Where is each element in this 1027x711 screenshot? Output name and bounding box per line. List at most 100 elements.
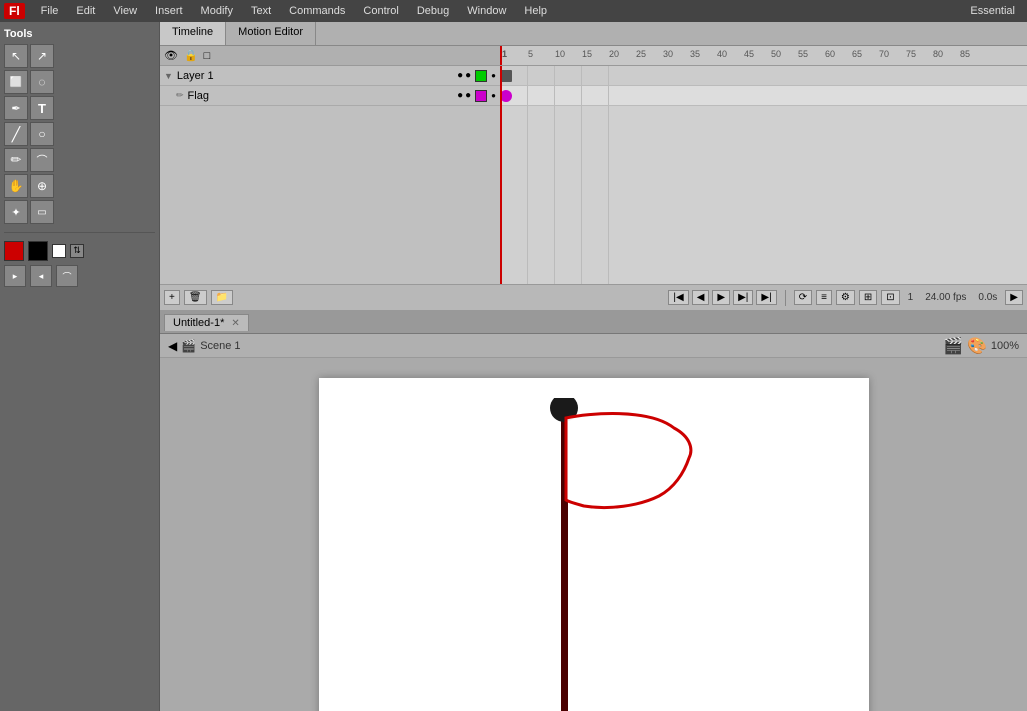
stage-controls: 🎬 🎨 100% bbox=[943, 336, 1019, 356]
step-back-btn[interactable]: ◀ bbox=[692, 290, 710, 305]
goto-start-btn[interactable]: |◀ bbox=[668, 290, 688, 305]
stage-tab-close[interactable]: ✕ bbox=[231, 318, 239, 329]
timeline-area: Timeline Motion Editor 👁 🔒 □ 1 5 bbox=[160, 22, 1027, 312]
lock-icon-header[interactable]: 🔒 bbox=[184, 49, 198, 62]
workspace-label: Essential bbox=[962, 5, 1023, 17]
tool-opt2[interactable]: ◂ bbox=[30, 265, 52, 287]
layer-row-layer1[interactable]: ▼ Layer 1 ● ● ● bbox=[160, 66, 500, 86]
arrow-tool[interactable]: ↖ bbox=[4, 44, 28, 68]
flag-layer-eye[interactable]: ● bbox=[457, 90, 463, 101]
add-layer-btn[interactable]: + bbox=[164, 290, 180, 305]
zoom-level: 100% bbox=[991, 340, 1019, 352]
layer1-lock[interactable]: ● bbox=[465, 70, 471, 81]
breadcrumb-back-icon[interactable]: ◀ bbox=[168, 339, 177, 353]
line-tool[interactable]: ╱ bbox=[4, 122, 28, 146]
scroll-btn[interactable]: ▶ bbox=[1005, 290, 1023, 305]
eyedropper-tool[interactable]: ✦ bbox=[4, 200, 28, 224]
layer-controls-header: 👁 🔒 □ bbox=[160, 46, 500, 65]
breadcrumb-scene[interactable]: Scene 1 bbox=[200, 340, 240, 352]
tool-opt3[interactable]: ⌒ bbox=[56, 265, 78, 287]
eye-icon[interactable]: 👁 bbox=[164, 49, 178, 62]
timeline-tabs: Timeline Motion Editor bbox=[160, 22, 1027, 46]
ruler-row: 👁 🔒 □ 1 5 10 15 20 25 30 bbox=[160, 46, 1027, 66]
subselect-tool[interactable]: ↗ bbox=[30, 44, 54, 68]
tl-body: ▼ Layer 1 ● ● ● ✏ Flag ● ● bbox=[160, 66, 1027, 284]
flag-layer-lock[interactable]: ● bbox=[465, 90, 471, 101]
timeline-bottom: + 🗑 📁 |◀ ◀ ▶ ▶| ▶| ⟳ ≡ ⚙ bbox=[160, 284, 1027, 310]
eraser-tool[interactable]: ▭ bbox=[30, 200, 54, 224]
stage-canvas-area[interactable] bbox=[160, 358, 1027, 711]
menu-modify[interactable]: Modify bbox=[193, 3, 241, 19]
frames-playhead bbox=[500, 66, 502, 284]
swap-colors[interactable]: ⇅ bbox=[70, 244, 84, 258]
goto-end-btn[interactable]: ▶| bbox=[756, 290, 776, 305]
playhead[interactable] bbox=[500, 46, 502, 65]
folder-btn[interactable]: 📁 bbox=[211, 290, 233, 305]
flag-frames bbox=[500, 86, 1027, 106]
settings-btn[interactable]: ⚙ bbox=[836, 290, 855, 305]
menu-commands[interactable]: Commands bbox=[281, 3, 353, 19]
layer-row-flag[interactable]: ✏ Flag ● ● ● bbox=[160, 86, 500, 106]
flag-layer-name: Flag bbox=[188, 90, 456, 102]
tab-motion-editor[interactable]: Motion Editor bbox=[226, 22, 316, 45]
menu-window[interactable]: Window bbox=[459, 3, 514, 19]
layer1-name: Layer 1 bbox=[175, 70, 455, 82]
loop-btn[interactable]: ⟳ bbox=[794, 290, 812, 305]
flag-layer-dot: ● bbox=[491, 91, 496, 100]
menu-bar: Fl File Edit View Insert Modify Text Com… bbox=[0, 0, 1027, 22]
add-frame-btn[interactable]: ≡ bbox=[816, 290, 832, 305]
menu-view[interactable]: View bbox=[105, 3, 145, 19]
play-btn[interactable]: ▶ bbox=[712, 290, 730, 305]
text-tool[interactable]: T bbox=[30, 96, 54, 120]
oval-tool[interactable]: ○ bbox=[30, 122, 54, 146]
tools-panel: Tools ↖ ↗ ⬜ ◌ ✒ T ╱ ○ ✏ ⌒ ✋ ⊕ ✦ ▭ bbox=[0, 22, 160, 711]
stage-canvas bbox=[319, 378, 869, 711]
frame-line-10 bbox=[554, 66, 555, 284]
lasso-tool[interactable]: ◌ bbox=[30, 70, 54, 94]
brush-tool[interactable]: ⌒ bbox=[30, 148, 54, 172]
menu-debug[interactable]: Debug bbox=[409, 3, 457, 19]
pencil-tool[interactable]: ✏ bbox=[4, 148, 28, 172]
ruler: 1 5 10 15 20 25 30 35 40 45 50 55 bbox=[500, 46, 1027, 65]
flag-drawing bbox=[489, 398, 709, 711]
stage-tab-untitled[interactable]: Untitled-1* ✕ bbox=[164, 314, 249, 331]
no-color[interactable] bbox=[52, 244, 66, 258]
scene-icon: 🎬 bbox=[181, 339, 196, 353]
tool-opt1[interactable]: ▸ bbox=[4, 265, 26, 287]
playback-controls: |◀ ◀ ▶ ▶| ▶| bbox=[668, 290, 776, 305]
zoom-tool[interactable]: ⊕ bbox=[30, 174, 54, 198]
layer1-eye[interactable]: ● bbox=[457, 70, 463, 81]
layer1-color bbox=[475, 70, 487, 82]
fill-color[interactable] bbox=[28, 241, 48, 261]
time-display: 0.0s bbox=[974, 292, 1001, 303]
step-fwd-btn[interactable]: ▶| bbox=[733, 290, 753, 305]
tools-label: Tools bbox=[4, 26, 155, 44]
menu-insert[interactable]: Insert bbox=[147, 3, 191, 19]
tab-timeline[interactable]: Timeline bbox=[160, 22, 226, 45]
delete-layer-btn[interactable]: 🗑 bbox=[184, 290, 207, 305]
frames-area[interactable] bbox=[500, 66, 1027, 284]
outline-icon[interactable]: □ bbox=[204, 50, 211, 62]
pen-tool[interactable]: ✒ bbox=[4, 96, 28, 120]
menu-edit[interactable]: Edit bbox=[68, 3, 103, 19]
layer1-frames bbox=[500, 66, 1027, 86]
tl-divider bbox=[785, 290, 786, 306]
layer-list: ▼ Layer 1 ● ● ● ✏ Flag ● ● bbox=[160, 66, 500, 284]
stage-breadcrumb: ◀ 🎬 Scene 1 🎬 🎨 100% bbox=[160, 334, 1027, 358]
skin-btn[interactable]: ⊡ bbox=[881, 290, 899, 305]
menu-file[interactable]: File bbox=[33, 3, 67, 19]
frame-line-5 bbox=[527, 66, 528, 284]
color-controls: ⇅ bbox=[4, 241, 155, 261]
menu-text[interactable]: Text bbox=[243, 3, 279, 19]
color-palette-icon: 🎨 bbox=[967, 336, 987, 356]
stage-area: Untitled-1* ✕ ◀ 🎬 Scene 1 🎬 🎨 100% bbox=[160, 312, 1027, 711]
free-transform-tool[interactable]: ⬜ bbox=[4, 70, 28, 94]
stage-tab-label: Untitled-1* bbox=[173, 317, 224, 329]
frame-line-20 bbox=[608, 66, 609, 284]
stroke-color[interactable] bbox=[4, 241, 24, 261]
menu-control[interactable]: Control bbox=[355, 3, 406, 19]
snap-btn[interactable]: ⊞ bbox=[859, 290, 877, 305]
hand-tool[interactable]: ✋ bbox=[4, 174, 28, 198]
menu-help[interactable]: Help bbox=[516, 3, 555, 19]
frame-line-15 bbox=[581, 66, 582, 284]
